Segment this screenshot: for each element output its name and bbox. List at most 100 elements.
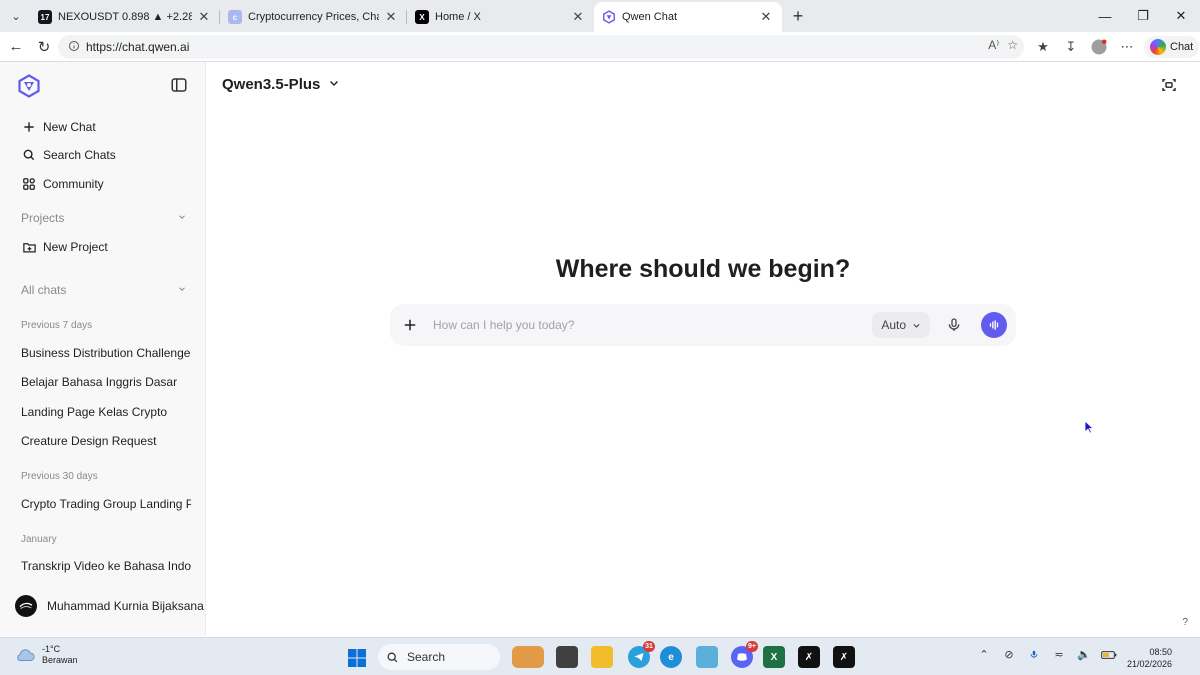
address-bar[interactable]: https://chat.qwen.ai A⁾ ☆ [58,35,1024,59]
qwen-logo-icon[interactable] [17,74,41,98]
tab-list-chevron-icon[interactable]: ⌄ [2,4,30,28]
microphone-icon[interactable] [944,315,964,335]
chat-group-label: Previous 7 days [21,320,93,331]
x-icon: X [415,10,429,24]
capcut-icon[interactable]: ✗ [833,646,855,668]
snipping-tool-icon[interactable] [696,646,718,668]
qwen-icon [602,10,616,24]
user-profile-button[interactable]: Muhammad Kurnia Bijaksana [15,595,204,617]
file-explorer-icon[interactable] [591,646,613,668]
tab-close-icon[interactable]: ✕ [383,9,399,25]
battery-icon[interactable] [1101,650,1117,660]
tab-close-icon[interactable]: ✕ [758,9,774,25]
browser-tab-coinmarketcap[interactable]: c Cryptocurrency Prices, Charts And ✕ [220,2,407,32]
favorites-icon[interactable]: ★ [1032,36,1054,58]
tradingview-icon: 17 [38,10,52,24]
windows-taskbar: -1°C Berawan Search 31 e 9+ X ✗ ✗ ⌃ ⊘ ≂ … [0,637,1200,675]
reload-icon[interactable]: ↻ [30,34,58,60]
new-project-button[interactable]: New Project [21,236,108,258]
more-options-icon[interactable]: ⋯ [1116,36,1138,58]
chevron-up-icon[interactable]: ⌃ [976,648,992,661]
windows-start-icon[interactable] [347,648,367,668]
mouse-cursor-icon [1084,420,1095,434]
model-selector[interactable]: Qwen3.5-Plus [222,76,340,93]
clock-date: 21/02/2026 [1126,659,1172,669]
chevron-down-icon [177,283,187,297]
search-chats-button[interactable]: Search Chats [21,144,116,166]
edge-browser-icon[interactable]: e [660,646,682,668]
chat-history-item[interactable]: Creature Design Request [21,434,191,448]
network-icon[interactable]: ≂ [1051,648,1067,661]
telegram-icon[interactable]: 31 [628,641,655,668]
clock-time: 08:50 [1149,647,1172,657]
telegram-badge: 31 [643,641,655,652]
chevron-down-icon [328,76,340,93]
volume-icon[interactable]: 🔈 [1076,648,1092,661]
copilot-icon [1150,39,1166,55]
browser-tab-tradingview[interactable]: 17 NEXOUSDT 0.898 ▲ +2.28% Konte ✕ [30,2,220,32]
favorite-star-icon[interactable]: ☆ [1007,38,1018,52]
temporary-chat-icon[interactable] [1160,76,1178,94]
back-arrow-icon[interactable]: ← [2,34,30,60]
copilot-chat-button[interactable]: Chat [1144,36,1200,58]
system-tray: ⌃ ⊘ ≂ 🔈 [976,648,1117,661]
help-button[interactable]: ? [1182,617,1188,628]
chat-history-item[interactable]: Business Distribution Challenges [21,346,191,360]
taskbar-search[interactable]: Search [378,644,500,670]
tab-title: NEXOUSDT 0.898 ▲ +2.28% Konte [58,11,192,23]
browser-tab-qwen-active[interactable]: Qwen Chat ✕ [594,2,782,32]
search-highlight-icon[interactable] [512,646,544,668]
restore-icon[interactable]: ❐ [1124,0,1162,32]
task-view-icon[interactable] [556,646,578,668]
projects-section-toggle[interactable]: Projects [21,211,187,225]
all-chats-section-toggle[interactable]: All chats [21,283,187,297]
chat-history-item[interactable]: Transkrip Video ke Bahasa Indon... [21,559,191,573]
copilot-chat-label: Chat [1170,41,1194,53]
message-input[interactable] [433,313,873,337]
add-attachment-plus-icon[interactable] [400,315,420,335]
new-tab-plus-icon[interactable]: + [784,4,812,28]
chat-history-item[interactable]: Crypto Trading Group Landing P... [21,497,191,511]
plus-icon [21,119,37,135]
chat-history-item[interactable]: Landing Page Kelas Crypto [21,405,191,419]
new-chat-button[interactable]: New Chat [21,116,96,138]
mode-select[interactable]: Auto [872,312,930,338]
search-icon [387,652,398,662]
weather-temp: -1°C [42,644,61,654]
system-clock[interactable]: 08:50 21/02/2026 [1127,646,1172,670]
discord-icon[interactable]: 9+ [731,641,758,668]
community-button[interactable]: Community [21,173,104,195]
avatar [15,595,37,617]
downloads-icon[interactable]: ↧ [1060,36,1082,58]
new-project-label: New Project [43,240,108,254]
folder-plus-icon [21,239,37,255]
network-off-icon[interactable]: ⊘ [1001,648,1017,661]
sidebar-toggle-icon[interactable] [170,76,188,94]
browser-toolbar: ← ↻ https://chat.qwen.ai A⁾ ☆ ★ ↧ ⋯ Chat [0,32,1200,62]
site-info-icon[interactable] [68,40,80,55]
search-icon [21,147,37,163]
tab-title: Qwen Chat [622,11,678,23]
mode-label: Auto [881,318,906,332]
minimize-icon[interactable]: — [1086,0,1124,32]
sidebar: New Chat Search Chats Community Projects… [0,62,206,636]
chat-history-item[interactable]: Belajar Bahasa Inggris Dasar [21,375,191,389]
excel-icon[interactable]: X [763,646,785,668]
profile-avatar-icon[interactable] [1088,36,1110,58]
tab-close-icon[interactable]: ✕ [196,9,212,25]
capcut-icon[interactable]: ✗ [798,646,820,668]
tab-title: Cryptocurrency Prices, Charts And [248,11,379,23]
read-aloud-icon[interactable]: A⁾ [988,38,999,52]
microphone-icon[interactable] [1026,648,1042,661]
cloud-icon [17,649,35,661]
close-window-icon[interactable]: ✕ [1162,0,1200,32]
chevron-down-icon [913,323,920,328]
voice-mode-button[interactable] [981,312,1007,338]
weather-widget[interactable]: -1°C Berawan [14,644,78,666]
browser-tab-x[interactable]: X Home / X ✕ [407,2,594,32]
tab-close-icon[interactable]: ✕ [570,9,586,25]
search-chats-label: Search Chats [43,148,116,162]
community-label: Community [43,177,104,191]
page-title: Where should we begin? [555,255,851,283]
taskbar-search-label: Search [407,650,446,664]
